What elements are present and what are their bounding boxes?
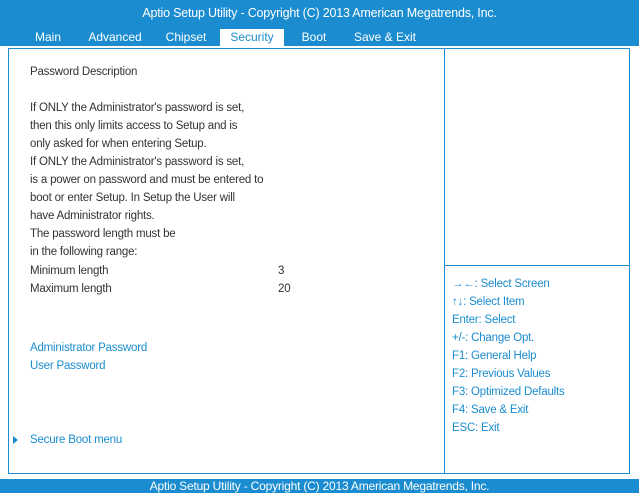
help-previous-values: F2: Previous Values [452, 368, 551, 380]
panel-divider [444, 48, 445, 474]
max-length-value: 20 [278, 283, 291, 295]
description-line: is a power on password and must be enter… [30, 174, 264, 186]
help-enter-select: Enter: Select [452, 314, 516, 326]
secure-boot-menu-item[interactable]: Secure Boot menu [30, 434, 122, 446]
description-line: only asked for when entering Setup. [30, 138, 207, 150]
help-optimized-defaults: F3: Optimized Defaults [452, 386, 565, 398]
description-line: If ONLY the Administrator's password is … [30, 102, 245, 114]
help-general-help: F1: General Help [452, 350, 537, 362]
min-length-label: Minimum length [30, 265, 109, 277]
tab-save-exit[interactable]: Save & Exit [346, 29, 424, 46]
min-length-value: 3 [278, 265, 285, 277]
password-description-title: Password Description [30, 66, 138, 78]
description-line: The password length must be [30, 228, 176, 240]
help-esc-exit: ESC: Exit [452, 422, 500, 434]
description-line: then this only limits access to Setup an… [30, 120, 238, 132]
app-title: Aptio Setup Utility - Copyright (C) 2013… [142, 6, 497, 20]
tab-security[interactable]: Security [220, 29, 284, 46]
help-select-item: ↑↓: Select Item [452, 296, 525, 308]
description-line: have Administrator rights. [30, 210, 155, 222]
footer-title: Aptio Setup Utility - Copyright (C) 2013… [149, 479, 490, 493]
description-line: in the following range: [30, 246, 138, 258]
help-divider [445, 265, 629, 266]
tab-main[interactable]: Main [26, 29, 70, 46]
footer-bar: Aptio Setup Utility - Copyright (C) 2013… [0, 479, 639, 493]
administrator-password-item[interactable]: Administrator Password [30, 342, 147, 354]
tab-chipset[interactable]: Chipset [158, 29, 214, 46]
submenu-arrow-icon [13, 436, 18, 444]
description-line: If ONLY the Administrator's password is … [30, 156, 245, 168]
tab-advanced[interactable]: Advanced [80, 29, 150, 46]
description-line: boot or enter Setup. In Setup the User w… [30, 192, 235, 204]
tab-boot[interactable]: Boot [292, 29, 336, 46]
help-save-exit: F4: Save & Exit [452, 404, 529, 416]
help-change-opt: +/-: Change Opt. [452, 332, 535, 344]
max-length-label: Maximum length [30, 283, 112, 295]
user-password-item[interactable]: User Password [30, 360, 106, 372]
help-select-screen: →←: Select Screen [452, 278, 550, 290]
header-bar: Aptio Setup Utility - Copyright (C) 2013… [0, 0, 639, 46]
